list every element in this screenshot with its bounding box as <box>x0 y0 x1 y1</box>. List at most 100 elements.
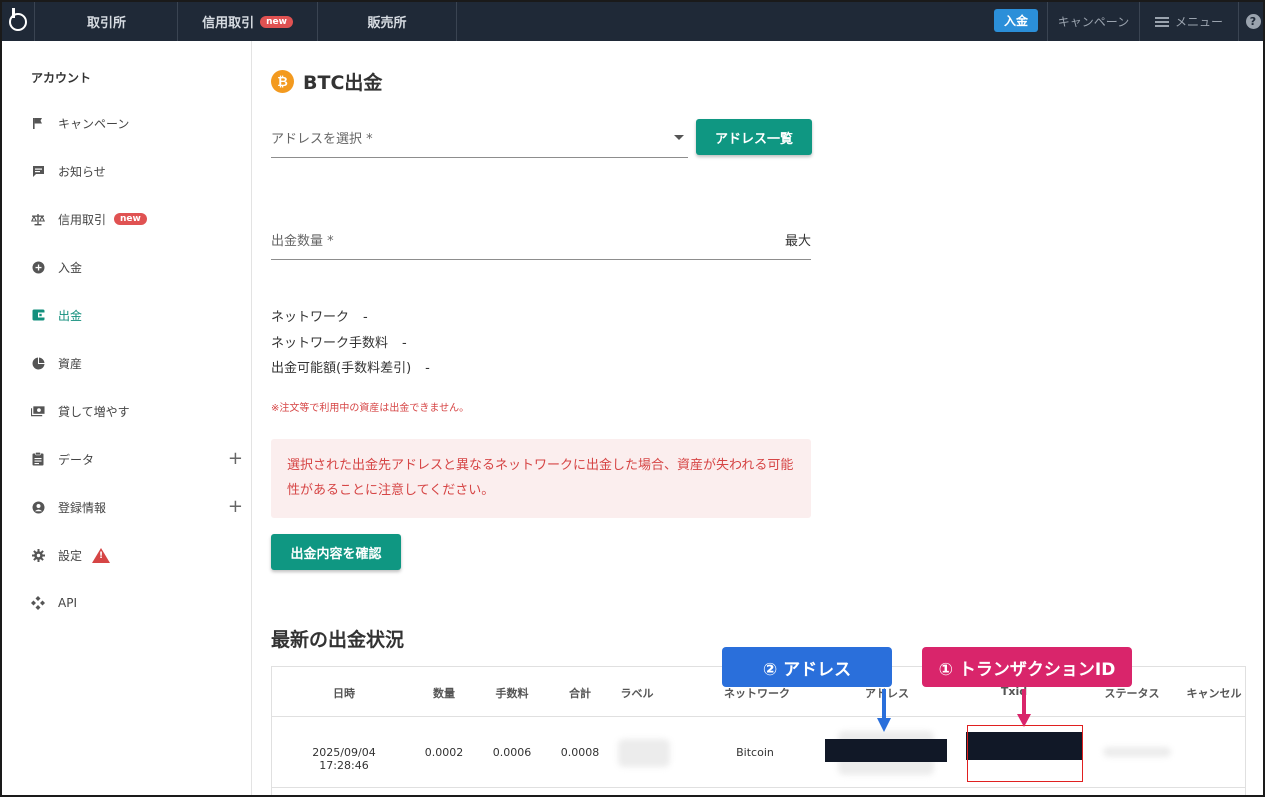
pie-chart-icon <box>31 356 45 370</box>
scale-icon <box>31 212 45 226</box>
sidebar-item-label: 出金 <box>58 308 83 323</box>
menu-button[interactable]: メニュー <box>1139 2 1238 41</box>
sidebar-item-withdraw[interactable]: 出金 <box>31 304 243 326</box>
column-header: 日時 <box>333 687 355 700</box>
sidebar-item-label: API <box>58 596 77 610</box>
sidebar-item-label: 貸して増やす <box>58 404 130 419</box>
amount-label: 出金数量 * <box>271 234 334 249</box>
sidebar-item-settings[interactable]: 設定 ! <box>31 544 243 566</box>
app-window: 取引所 信用取引 new 販売所 入金 キャンペーン メニュー ? アカウント キ… <box>0 0 1265 797</box>
column-header: ステータス <box>1104 687 1160 700</box>
help-button[interactable]: ? <box>1238 2 1263 41</box>
column-header: 合計 <box>569 687 591 700</box>
column-header: ラベル <box>620 687 654 700</box>
cell-network: Bitcoin <box>736 746 774 759</box>
wallet-icon <box>31 308 45 322</box>
sidebar-item-label: 信用取引 <box>58 212 107 227</box>
confirm-withdraw-button[interactable]: 出金内容を確認 <box>271 534 401 570</box>
plus-circle-icon <box>31 260 45 274</box>
column-header: 数量 <box>433 687 455 700</box>
gear-icon <box>31 548 45 562</box>
txid-highlight-box <box>967 725 1083 782</box>
network-row: ネットワーク - <box>271 306 368 325</box>
sidebar-item-data[interactable]: データ + <box>31 448 243 470</box>
sidebar-item-campaign[interactable]: キャンペーン <box>31 112 243 134</box>
sidebar-item-api[interactable]: API <box>31 592 243 614</box>
top-nav: 取引所 信用取引 new 販売所 入金 キャンペーン メニュー ? <box>2 2 1263 41</box>
campaign-link[interactable]: キャンペーン <box>1047 2 1139 41</box>
sidebar-item-margin[interactable]: 信用取引 new <box>31 208 243 230</box>
dropdown-arrow-icon <box>674 135 684 140</box>
info-value: - <box>425 361 430 376</box>
help-icon: ? <box>1245 14 1261 29</box>
menu-label: メニュー <box>1174 15 1223 29</box>
campaign-link-label: キャンペーン <box>1057 15 1130 29</box>
info-value: - <box>402 336 407 351</box>
page-title: ₿ BTC出金 <box>271 68 382 95</box>
cash-icon <box>31 404 45 418</box>
warning-glyph: ! <box>99 550 104 561</box>
sidebar-item-label: キャンペーン <box>58 116 130 131</box>
expand-icon[interactable]: + <box>228 496 243 518</box>
api-icon <box>31 596 45 610</box>
new-badge: new <box>114 213 147 225</box>
info-label: 出金可能額(手数料差引) <box>271 361 412 376</box>
clipboard-icon <box>31 452 45 466</box>
asset-note: ※注文等で利用中の資産は出金できません。 <box>271 403 470 414</box>
sidebar-heading: アカウント <box>31 71 92 85</box>
cell-total: 0.0008 <box>560 746 600 759</box>
column-header: アドレス <box>865 687 909 700</box>
sidebar-item-lending[interactable]: 貸して増やす <box>31 400 243 422</box>
cell-quantity: 0.0002 <box>424 746 464 759</box>
page-title-text: BTC出金 <box>303 72 383 94</box>
sidebar-item-label: 入金 <box>58 260 83 275</box>
sidebar-item-label: データ <box>58 452 95 467</box>
sidebar-item-label: お知らせ <box>58 164 106 179</box>
info-value: - <box>363 310 368 325</box>
sidebar-item-label: 設定 <box>58 548 83 563</box>
max-button[interactable]: 最大 <box>785 230 811 249</box>
nav-store[interactable]: 販売所 <box>318 2 457 41</box>
cell-fee: 0.0006 <box>492 746 532 759</box>
logo-icon[interactable] <box>2 2 35 41</box>
column-header: ネットワーク <box>724 687 790 700</box>
txid-callout: ① トランザクションID <box>922 647 1132 687</box>
address-arrow <box>882 689 886 719</box>
nav-margin-label: 信用取引 <box>202 16 255 31</box>
sidebar-item-news[interactable]: お知らせ <box>31 160 243 182</box>
cell-datetime: 2025/09/04 17:28:46 <box>312 746 376 772</box>
address-list-button[interactable]: アドレス一覧 <box>696 119 812 155</box>
nav-margin[interactable]: 信用取引 new <box>178 2 318 41</box>
sidebar-item-assets[interactable]: 資産 <box>31 352 243 374</box>
warning-icon: ! <box>92 547 111 563</box>
sidebar-item-profile[interactable]: 登録情報 + <box>31 496 243 518</box>
account-icon <box>31 500 45 514</box>
message-icon <box>31 164 45 178</box>
network-warning-alert: 選択された出金先アドレスと異なるネットワークに出金した場合、資産が失われる可能性… <box>271 439 811 518</box>
sidebar-item-deposit[interactable]: 入金 <box>31 256 243 278</box>
address-select[interactable]: アドレスを選択 * <box>271 121 688 158</box>
hamburger-icon <box>1154 16 1169 27</box>
info-label: ネットワーク手数料 <box>271 336 389 351</box>
address-arrow-head <box>877 718 891 732</box>
flag-icon <box>31 116 45 130</box>
header-divider <box>272 716 1245 717</box>
txid-arrow-head <box>1017 714 1031 727</box>
deposit-button[interactable]: 入金 <box>994 9 1038 32</box>
column-header: キャンセル <box>1186 687 1242 700</box>
nav-exchange[interactable]: 取引所 <box>36 2 178 41</box>
nav-exchange-label: 取引所 <box>86 16 126 31</box>
address-callout: ② アドレス <box>722 647 892 687</box>
address-select-label: アドレスを選択 * <box>271 132 373 147</box>
new-badge: new <box>260 15 293 28</box>
status-redacted <box>1103 747 1171 757</box>
txid-arrow <box>1022 689 1026 715</box>
column-header: 手数料 <box>495 687 529 700</box>
sidebar-item-label: 登録情報 <box>58 500 107 515</box>
bitcoin-icon: ₿ <box>271 70 294 93</box>
nav-store-label: 販売所 <box>367 16 407 31</box>
history-title: 最新の出金状況 <box>271 629 405 651</box>
amount-input[interactable]: 出金数量 * 最大 <box>271 224 811 260</box>
expand-icon[interactable]: + <box>228 448 243 470</box>
sidebar: アカウント キャンペーン お知らせ 信用取引 new 入金 出金 資産 貸して増… <box>2 41 252 795</box>
